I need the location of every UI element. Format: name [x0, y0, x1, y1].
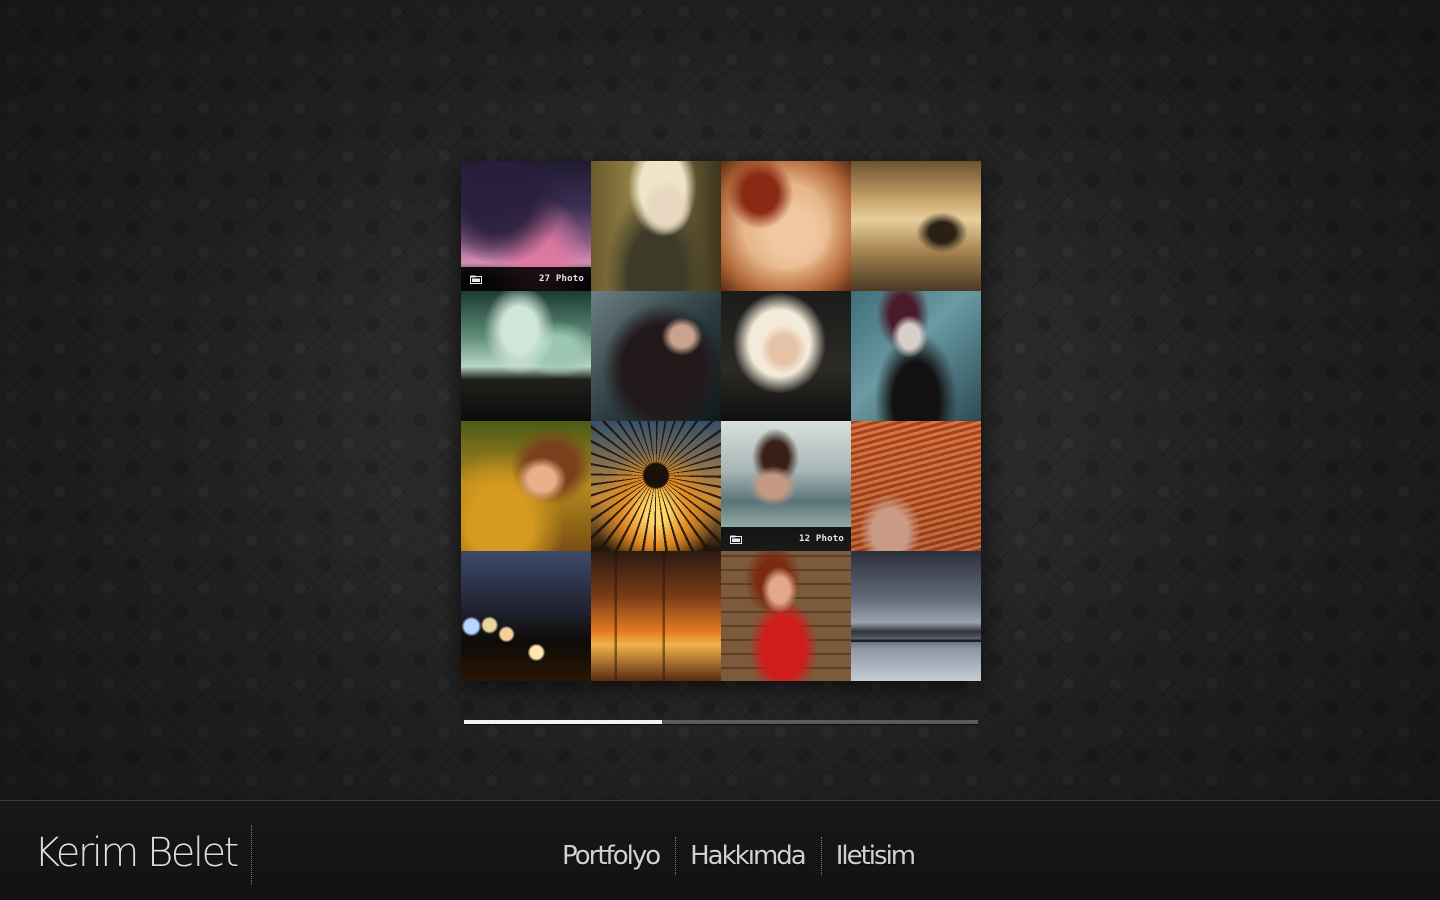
photo-tile[interactable]: [591, 161, 721, 291]
photo-image: [721, 161, 851, 291]
nav-item-iletisim[interactable]: Iletisim: [836, 839, 916, 873]
photo-image: [461, 421, 591, 551]
photo-tile[interactable]: [721, 291, 851, 421]
photo-image: [591, 161, 721, 291]
photo-tile[interactable]: [851, 421, 981, 551]
photo-image: [461, 291, 591, 421]
folder-icon: [470, 275, 482, 284]
album-count-bar: 12 Photo: [721, 527, 851, 551]
photo-tile[interactable]: 27 Photo: [461, 161, 591, 291]
photo-tile[interactable]: [461, 291, 591, 421]
photo-image: [721, 291, 851, 421]
photo-tile[interactable]: [461, 421, 591, 551]
photo-grid: 27 Photo 12 Photo: [461, 161, 981, 681]
slider-progress-track[interactable]: [464, 720, 978, 724]
folder-icon: [730, 535, 742, 544]
photo-tile[interactable]: [851, 161, 981, 291]
photo-image: [851, 291, 981, 421]
photo-image: [851, 421, 981, 551]
nav-separator: [820, 837, 822, 875]
nav-separator: [675, 837, 677, 875]
photo-image: [591, 421, 721, 551]
photo-image: [851, 161, 981, 291]
photo-tile[interactable]: [591, 291, 721, 421]
slider-progress-fill: [464, 720, 662, 724]
photo-tile[interactable]: [591, 421, 721, 551]
photo-tile[interactable]: [851, 551, 981, 681]
photo-tile[interactable]: [461, 551, 591, 681]
album-photo-count: 12 Photo: [799, 534, 844, 544]
album-count-bar: 27 Photo: [461, 267, 591, 291]
photo-image: [721, 551, 851, 681]
photo-tile[interactable]: [721, 161, 851, 291]
photo-image: [461, 551, 591, 681]
photo-tile[interactable]: [591, 551, 721, 681]
photo-image: [591, 551, 721, 681]
nav-item-hakkimda[interactable]: Hakkımda: [690, 839, 807, 873]
photo-tile[interactable]: [721, 551, 851, 681]
photo-tile[interactable]: [851, 291, 981, 421]
photo-image: [851, 551, 981, 681]
footer-divider: [251, 825, 252, 885]
nav-item-portfolyo[interactable]: Portfolyo: [562, 839, 661, 873]
main-nav: Portfolyo Hakkımda Iletisim: [562, 837, 916, 875]
site-logo-text[interactable]: Kerim Belet: [34, 823, 239, 883]
footer-bar: Kerim Belet Portfolyo Hakkımda Iletisim: [0, 800, 1440, 900]
album-photo-count: 27 Photo: [539, 274, 584, 284]
photo-tile[interactable]: 12 Photo: [721, 421, 851, 551]
photo-image: [591, 291, 721, 421]
